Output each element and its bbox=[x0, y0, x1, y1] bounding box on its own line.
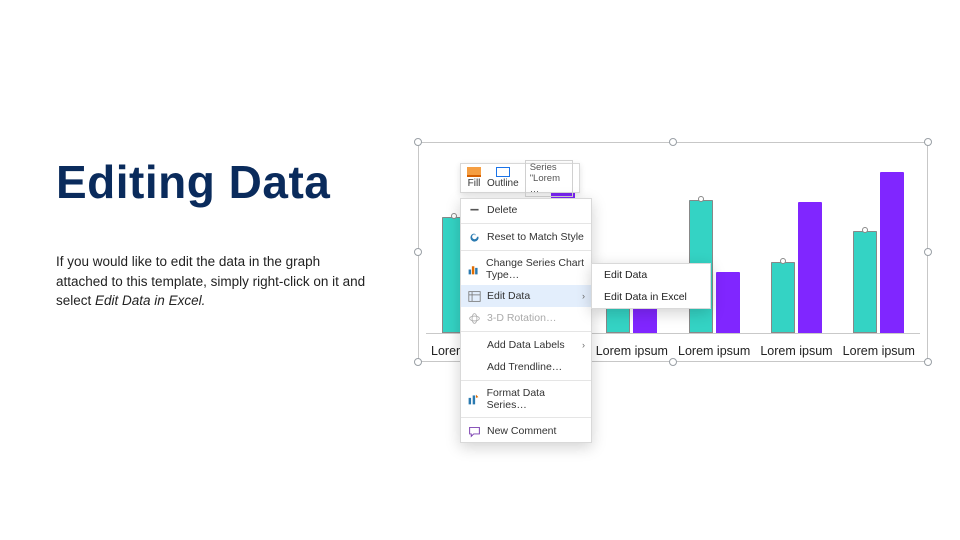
resize-handle[interactable] bbox=[924, 138, 932, 146]
bar[interactable] bbox=[880, 172, 904, 334]
selection-dot bbox=[451, 213, 457, 219]
edit-data-icon bbox=[467, 289, 481, 303]
menu-item-label: New Comment bbox=[487, 425, 556, 437]
resize-handle[interactable] bbox=[924, 248, 932, 256]
bar[interactable] bbox=[798, 202, 822, 333]
resize-handle[interactable] bbox=[669, 358, 677, 366]
menu-item-label: Add Trendline… bbox=[487, 361, 562, 373]
menu-item-reset-to-match-style[interactable]: Reset to Match Style bbox=[461, 226, 591, 248]
outline-icon bbox=[496, 167, 510, 177]
outline-label: Outline bbox=[487, 178, 519, 189]
bar-group[interactable] bbox=[759, 202, 833, 333]
menu-item-format-data-series[interactable]: Format Data Series… bbox=[461, 383, 591, 415]
context-submenu: Edit Data XEdit Data in Excel bbox=[591, 263, 711, 309]
page-title: Editing Data bbox=[56, 155, 330, 209]
x-tick-label: Lorem ipsum bbox=[596, 344, 668, 358]
selection-dot bbox=[862, 227, 868, 233]
x-tick-label: Lorem ipsum bbox=[843, 344, 915, 358]
blank-icon bbox=[467, 338, 481, 352]
format-series-icon bbox=[467, 392, 481, 406]
resize-handle[interactable] bbox=[924, 358, 932, 366]
bar-group[interactable] bbox=[842, 172, 916, 334]
menu-item-d-rotation: 3-D Rotation… bbox=[461, 307, 591, 329]
menu-item-label: Change Series Chart Type… bbox=[486, 257, 585, 281]
instruction-text: If you would like to edit the data in th… bbox=[56, 252, 366, 311]
bar[interactable] bbox=[716, 272, 740, 333]
fill-label: Fill bbox=[468, 178, 481, 189]
menu-separator bbox=[461, 380, 591, 381]
submenu-item-label: Edit Data in Excel bbox=[604, 291, 687, 303]
selection-dot bbox=[698, 196, 704, 202]
menu-item-add-trendline[interactable]: Add Trendline… bbox=[461, 356, 591, 378]
rotation3d-icon bbox=[467, 311, 481, 325]
resize-handle[interactable] bbox=[414, 358, 422, 366]
menu-item-label: Edit Data bbox=[487, 290, 530, 302]
comment-icon bbox=[467, 424, 481, 438]
menu-separator bbox=[461, 417, 591, 418]
blank-icon bbox=[467, 360, 481, 374]
bar[interactable] bbox=[853, 231, 877, 333]
chevron-right-icon: › bbox=[582, 340, 585, 350]
x-tick-label: Lorem ipsum bbox=[760, 344, 832, 358]
menu-item-new-comment[interactable]: New Comment bbox=[461, 420, 591, 442]
menu-item-label: Delete bbox=[487, 204, 517, 216]
chart-type-icon bbox=[467, 262, 480, 276]
selection-dot bbox=[780, 258, 786, 264]
submenu-item-label: Edit Data bbox=[604, 269, 647, 281]
delete-icon bbox=[467, 203, 481, 217]
menu-separator bbox=[461, 250, 591, 251]
submenu-item-edit-data-in-excel[interactable]: XEdit Data in Excel bbox=[592, 286, 710, 308]
resize-handle[interactable] bbox=[414, 138, 422, 146]
menu-item-label: Add Data Labels bbox=[487, 339, 565, 351]
resize-handle[interactable] bbox=[669, 138, 677, 146]
x-tick-label: Lorem ipsum bbox=[678, 344, 750, 358]
menu-separator bbox=[461, 223, 591, 224]
reset-icon bbox=[467, 230, 481, 244]
instruction-ital: Edit Data in Excel. bbox=[95, 293, 205, 308]
menu-item-edit-data[interactable]: Edit Data › bbox=[461, 285, 591, 307]
bar[interactable] bbox=[771, 262, 795, 333]
fill-button[interactable]: Fill bbox=[467, 167, 481, 189]
series-selector[interactable]: Series "Lorem … bbox=[525, 160, 573, 197]
resize-handle[interactable] bbox=[414, 248, 422, 256]
menu-item-label: Reset to Match Style bbox=[487, 231, 584, 243]
chevron-right-icon: › bbox=[582, 291, 585, 301]
menu-item-label: Format Data Series… bbox=[487, 387, 585, 411]
context-menu: Delete Reset to Match Style Change Series … bbox=[460, 198, 592, 443]
outline-button[interactable]: Outline bbox=[487, 167, 519, 189]
menu-item-label: 3-D Rotation… bbox=[487, 312, 556, 324]
submenu-item-edit-data[interactable]: Edit Data bbox=[592, 264, 710, 286]
fill-icon bbox=[467, 167, 481, 177]
menu-item-delete[interactable]: Delete bbox=[461, 199, 591, 221]
menu-separator bbox=[461, 331, 591, 332]
menu-item-change-series-chart-type[interactable]: Change Series Chart Type… bbox=[461, 253, 591, 285]
mini-toolbar: Fill Outline Series "Lorem … bbox=[460, 163, 580, 193]
menu-item-add-data-labels[interactable]: Add Data Labels › bbox=[461, 334, 591, 356]
